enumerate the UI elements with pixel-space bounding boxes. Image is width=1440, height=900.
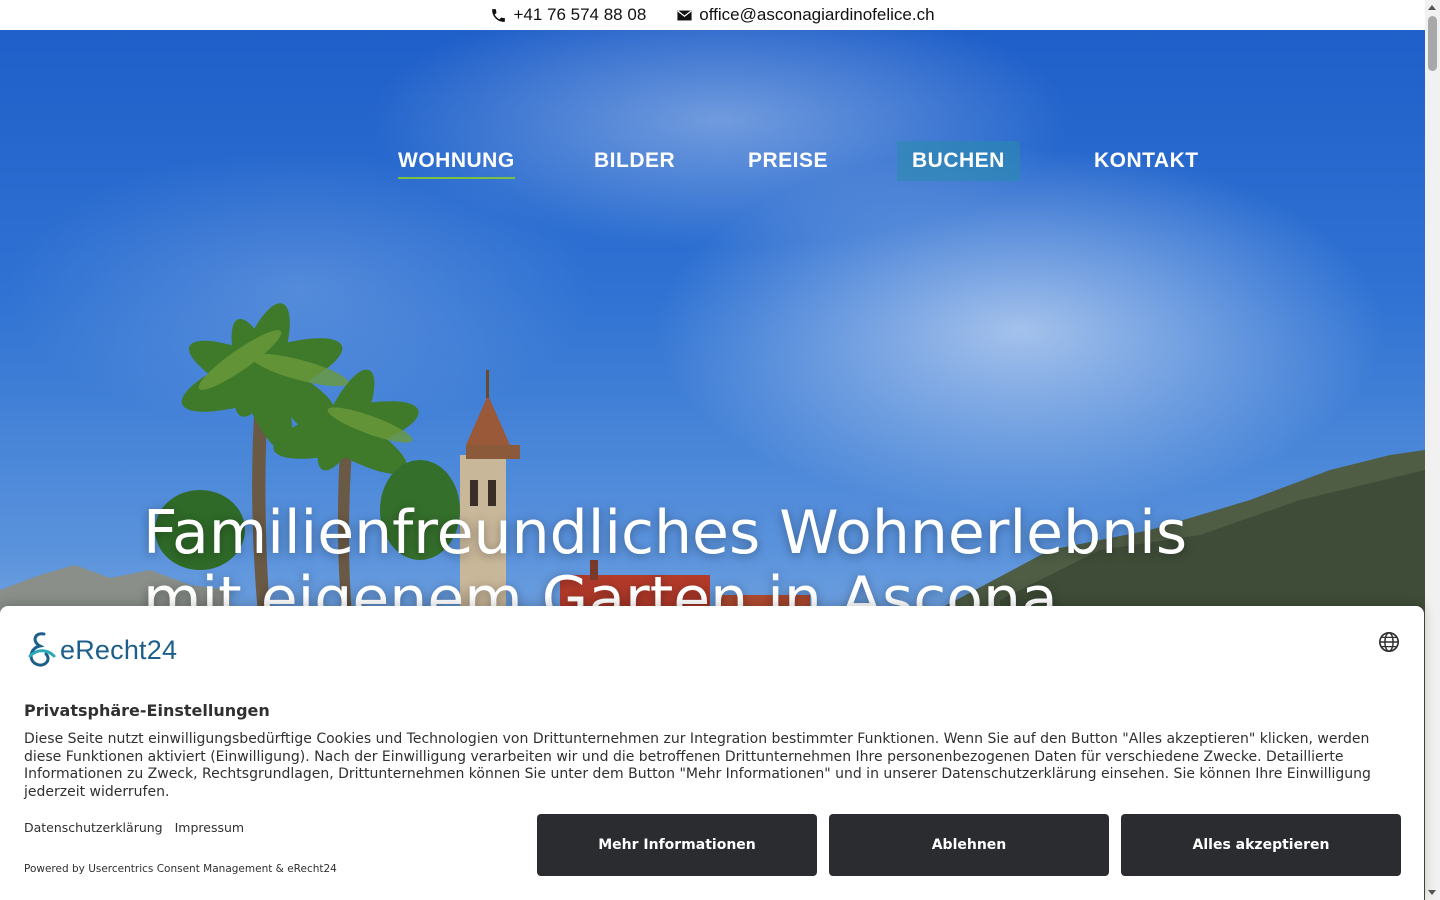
imprint-link[interactable]: Impressum	[175, 820, 244, 835]
contact-bar: +41 76 574 88 08 office@asconagiardinofe…	[0, 0, 1425, 30]
nav-item-kontakt[interactable]: KONTAKT	[1094, 141, 1199, 181]
consent-description: Diese Seite nutzt einwilligungsbedürftig…	[24, 731, 1371, 800]
deny-button[interactable]: Ablehnen	[829, 814, 1109, 876]
nav-item-bilder[interactable]: BILDER	[594, 141, 675, 181]
page-scrollbar[interactable]	[1425, 0, 1440, 900]
phone-link[interactable]: +41 76 574 88 08	[490, 5, 646, 25]
consent-title: Privatsphäre-Einstellungen	[24, 701, 270, 720]
main-navigation: WOHNUNG BILDER PREISE BUCHEN KONTAKT	[0, 141, 1425, 181]
more-information-button[interactable]: Mehr Informationen	[537, 814, 817, 876]
nav-item-preise[interactable]: PREISE	[748, 141, 828, 181]
consent-links: Datenschutzerklärung Impressum	[24, 820, 244, 835]
scroll-up-arrow-icon[interactable]	[1428, 5, 1436, 10]
phone-icon	[490, 7, 507, 24]
logo-text: eRecht24	[60, 634, 178, 665]
nav-item-wohnung[interactable]: WOHNUNG	[398, 141, 515, 181]
accept-all-button[interactable]: Alles akzeptieren	[1121, 814, 1401, 876]
erecht24-logo: eRecht24	[24, 630, 177, 670]
cookie-consent-dialog: eRecht24 Privatsphäre-Einstellungen Dies…	[0, 606, 1424, 900]
privacy-policy-link[interactable]: Datenschutzerklärung	[24, 820, 163, 835]
email-address: office@asconagiardinofelice.ch	[699, 5, 935, 24]
globe-icon[interactable]	[1378, 631, 1400, 653]
phone-number: +41 76 574 88 08	[513, 5, 647, 24]
erecht24-logo-mark-icon	[28, 632, 56, 667]
powered-by-text: Powered by Usercentrics Consent Manageme…	[24, 863, 337, 875]
email-link[interactable]: office@asconagiardinofelice.ch	[676, 5, 935, 25]
scrollbar-thumb[interactable]	[1428, 16, 1437, 71]
envelope-icon	[676, 7, 693, 24]
nav-item-buchen[interactable]: BUCHEN	[897, 141, 1020, 181]
scroll-down-arrow-icon[interactable]	[1428, 890, 1436, 895]
